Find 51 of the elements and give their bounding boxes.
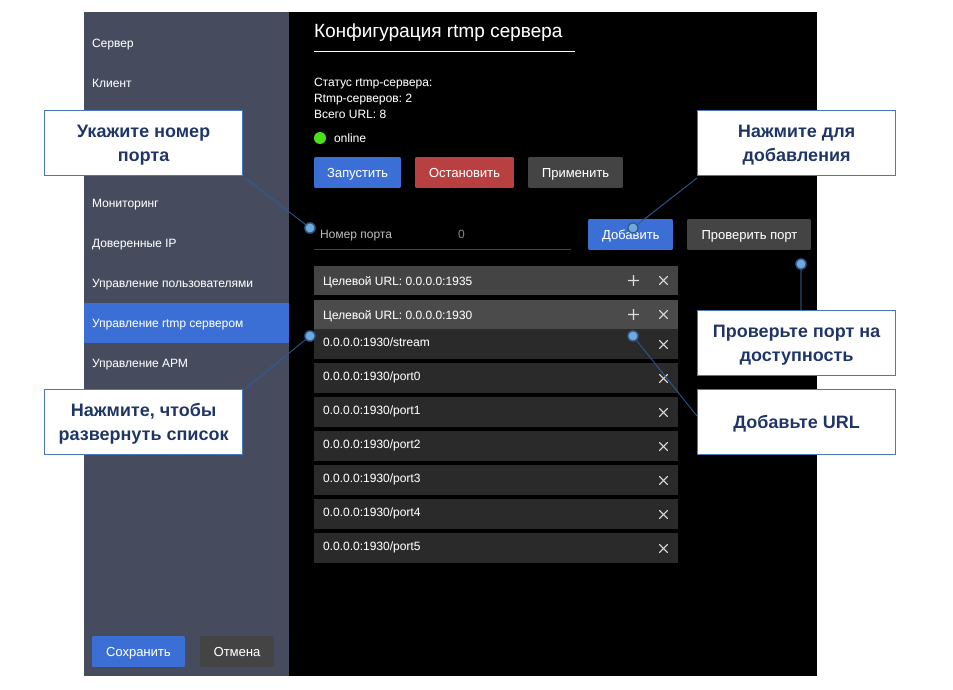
url-label: 0.0.0.0:1930/port0 <box>323 368 422 383</box>
port-input[interactable]: 0 <box>456 226 520 242</box>
close-icon[interactable] <box>658 276 668 285</box>
url-label: 0.0.0.0:1930/stream <box>323 334 431 349</box>
sidebar-item[interactable]: Управление rtmp сервером <box>84 303 289 343</box>
url-label: 0.0.0.0:1930/port1 <box>323 402 422 417</box>
leader-line <box>244 178 316 234</box>
add-button[interactable]: Добавить <box>588 219 674 250</box>
close-icon[interactable] <box>658 442 668 450</box>
sidebar-item[interactable]: Управление пользователями <box>84 263 289 303</box>
port-label: Номер порта <box>320 227 393 241</box>
status-text: Rtmp-серверов: 2 <box>314 90 413 106</box>
callout: Укажите номер порта <box>44 110 243 176</box>
sidebar-item[interactable]: Мониторинг <box>84 183 289 223</box>
callout: Добавьте URL <box>697 389 896 455</box>
leader-line <box>795 258 807 310</box>
sidebar-item[interactable]: Доверенные IP <box>84 223 289 263</box>
status-text: Статус rtmp-сервера: <box>314 74 434 90</box>
url-label: 0.0.0.0:1930/port5 <box>323 538 422 553</box>
close-icon[interactable] <box>658 510 668 518</box>
close-icon[interactable] <box>658 544 668 552</box>
close-icon[interactable] <box>658 340 668 348</box>
url-label: 0.0.0.0:1930/port4 <box>323 504 422 519</box>
target-url-label: Целевой URL: 0.0.0.0:1935 <box>323 274 474 288</box>
page-title: Конфигурация rtmp сервера <box>314 21 575 52</box>
target-url-row[interactable]: Целевой URL: 0.0.0.0:1935 <box>314 266 678 295</box>
close-icon[interactable] <box>658 374 668 382</box>
callout: Нажмите, чтобы развернуть список <box>44 389 243 455</box>
cancel-button[interactable]: Отмена <box>200 636 274 667</box>
sidebar-item[interactable]: Клиент <box>84 63 289 103</box>
sidebar-item[interactable]: Сервер <box>84 23 289 63</box>
status-label: online <box>334 131 366 145</box>
leader-line <box>244 330 316 390</box>
target-url-label: Целевой URL: 0.0.0.0:1930 <box>323 308 474 322</box>
status-text: Всего URL: 8 <box>314 106 388 122</box>
callout: Нажмите для добавления <box>697 110 896 176</box>
target-url-row[interactable]: Целевой URL: 0.0.0.0:1930 <box>314 300 678 329</box>
close-icon[interactable] <box>658 310 668 319</box>
plus-icon[interactable] <box>628 309 638 320</box>
callout: Проверьте порт на доступность <box>697 310 896 376</box>
apply-button[interactable]: Применить <box>528 157 624 188</box>
close-icon[interactable] <box>658 476 668 484</box>
stop-button[interactable]: Остановить <box>414 157 514 188</box>
close-icon[interactable] <box>658 408 668 416</box>
plus-icon[interactable] <box>628 275 638 286</box>
sidebar-item[interactable]: Управление АРМ <box>84 343 289 383</box>
url-label: 0.0.0.0:1930/port2 <box>323 436 422 451</box>
check-port-button[interactable]: Проверить порт <box>687 219 812 250</box>
save-button[interactable]: Сохранить <box>92 636 185 667</box>
url-label: 0.0.0.0:1930/port3 <box>323 470 422 485</box>
start-button[interactable]: Запустить <box>314 157 401 188</box>
